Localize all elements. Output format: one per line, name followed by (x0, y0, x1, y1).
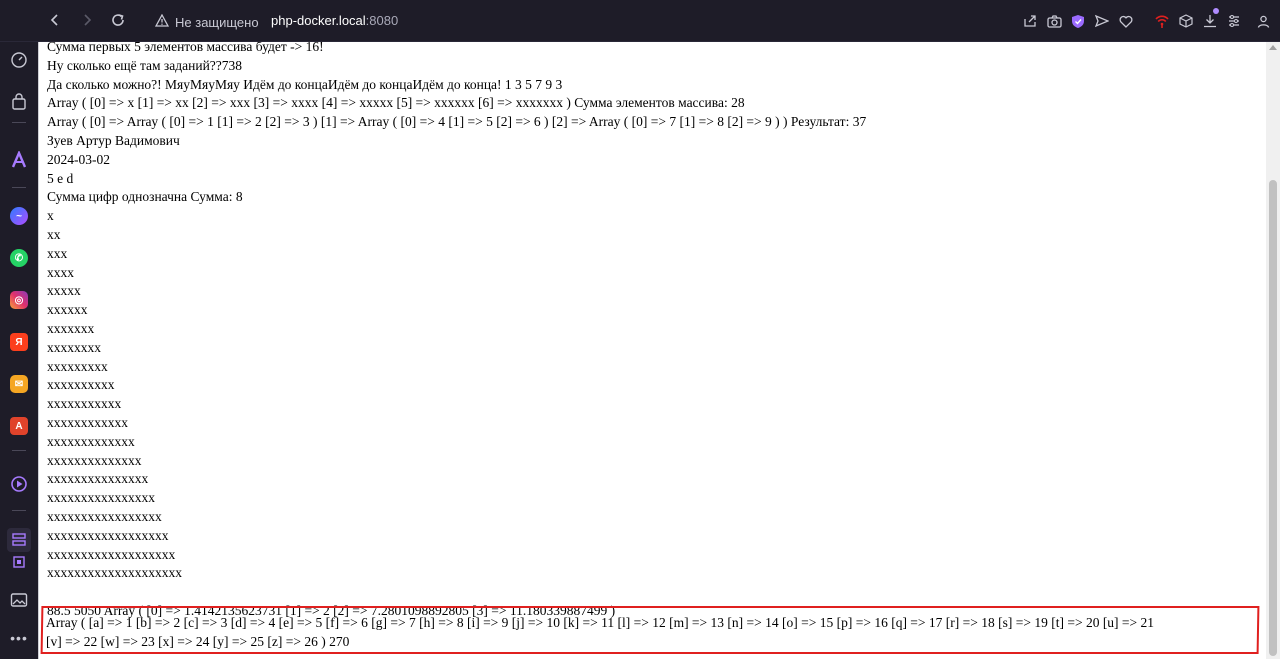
output-text: Сумма первых 5 элементов массива будет -… (47, 42, 866, 621)
browser-toolbar: Не защищено php-docker.local:8080 (0, 0, 1280, 42)
whatsapp-icon[interactable]: ✆ (7, 246, 31, 270)
settings-icon[interactable] (1222, 10, 1246, 32)
heart-icon[interactable] (1114, 10, 1138, 32)
output-line: xxxxxxxxxx (47, 377, 115, 393)
output-line: Да сколько можно?! МяуМяуМяу Идём до кон… (47, 76, 563, 92)
output-line: Сумма первых 5 элементов массива будет -… (47, 42, 324, 54)
output-line: Array ( [a] => 1 [b] => 2 [c] => 3 [d] =… (46, 615, 1155, 630)
messenger-icon[interactable]: ~ (7, 204, 31, 228)
sidebar-divider (12, 187, 26, 188)
profile-icon[interactable] (1246, 10, 1280, 32)
extensions-icon[interactable] (7, 550, 31, 574)
arrow-right-icon[interactable] (78, 12, 96, 30)
scroll-up-icon[interactable] (1269, 45, 1277, 50)
more-icon[interactable]: ••• (7, 626, 31, 650)
output-line: Зуев Артур Вадимович (47, 132, 180, 148)
output-line: xxxxxxx (47, 320, 95, 336)
output-line: xxxxxx (47, 302, 88, 318)
translate-icon[interactable]: A (7, 414, 31, 438)
cube-icon[interactable] (1174, 10, 1198, 32)
wifi-icon[interactable] (1150, 10, 1174, 32)
address-bar[interactable]: php-docker.local:8080 (271, 13, 398, 28)
output-line: xxxxxxxxxxxxxxx (47, 471, 149, 487)
output-line: xxxxxxxxx (47, 358, 108, 374)
output-line: 2024-03-02 (47, 151, 110, 167)
url-port: :8080 (365, 13, 399, 28)
output-line: xx (47, 226, 61, 242)
scrollbar[interactable] (1266, 42, 1280, 659)
mail-icon[interactable]: ✉ (7, 372, 31, 396)
shield-icon[interactable] (1066, 10, 1090, 32)
output-line: xxx (47, 245, 68, 261)
image-icon[interactable] (7, 588, 31, 612)
output-line: xxxxxxxxxxxxxxxxx (47, 508, 162, 524)
output-line: Ну сколько ещё там заданий??738 (47, 57, 243, 73)
toolbar-icons (1018, 8, 1280, 32)
output-line: xxxxxxxxxxxx (47, 414, 128, 430)
instagram-icon[interactable]: ◎ (7, 288, 31, 312)
output-line: xxxxxxxxxxxxxxxxxxxx (47, 565, 182, 581)
security-indicator[interactable]: Не защищено (154, 13, 259, 31)
output-line: Array ( [0] => Array ( [0] => 1 [1] => 2… (47, 114, 867, 130)
output-line: Array ( [0] => x [1] => xx [2] => xxx [3… (47, 95, 745, 111)
output-line: xxxxxxxxxxx (47, 396, 122, 412)
sidebar-divider (12, 450, 26, 451)
output-line: xxxxxxxxxxxxxxxxxx (47, 527, 169, 543)
scroll-thumb[interactable] (1269, 180, 1277, 656)
output-line: xxxxx (47, 283, 81, 299)
separator (1138, 10, 1150, 32)
download-icon[interactable] (1198, 8, 1222, 32)
output-line: 5 e d (47, 170, 74, 186)
output-line: xxxx (47, 264, 74, 280)
speed-dial-icon[interactable] (7, 48, 31, 72)
share-icon[interactable] (1018, 10, 1042, 32)
player-icon[interactable] (7, 472, 31, 496)
yandex-icon[interactable]: Я (7, 330, 31, 354)
aria-icon[interactable] (7, 148, 31, 172)
camera-icon[interactable] (1042, 10, 1066, 32)
reload-icon[interactable] (109, 12, 127, 30)
highlighted-output: Array ( [a] => 1 [b] => 2 [c] => 3 [d] =… (46, 614, 1154, 651)
url-host: php-docker.local (271, 13, 366, 28)
warning-triangle-icon (154, 13, 170, 30)
output-line: xxxxxxxxxxxxxxxxxxx (47, 546, 176, 562)
output-line: xxxxxxxx (47, 339, 101, 355)
security-label: Не защищено (175, 14, 259, 30)
sidebar-divider (12, 510, 26, 511)
output-line: Сумма цифр однозначна Сумма: 8 (47, 189, 243, 205)
sidebar-divider (12, 122, 26, 123)
arrow-left-icon[interactable] (46, 12, 64, 30)
tabs-icon[interactable] (7, 528, 31, 552)
output-line: xxxxxxxxxxxxx (47, 433, 135, 449)
sidebar: ~ ✆ ◎ Я ✉ A ••• (0, 42, 38, 659)
bag-icon[interactable] (7, 90, 31, 114)
output-line: xxxxxxxxxxxxxxxx (47, 490, 155, 506)
page-content: Сумма первых 5 элементов массива будет -… (38, 42, 1266, 659)
output-line: xxxxxxxxxxxxxx (47, 452, 142, 468)
output-line: x (47, 208, 54, 224)
output-line: [v] => 22 [w] => 23 [x] => 24 [y] => 25 … (46, 633, 350, 649)
send-icon[interactable] (1090, 10, 1114, 32)
